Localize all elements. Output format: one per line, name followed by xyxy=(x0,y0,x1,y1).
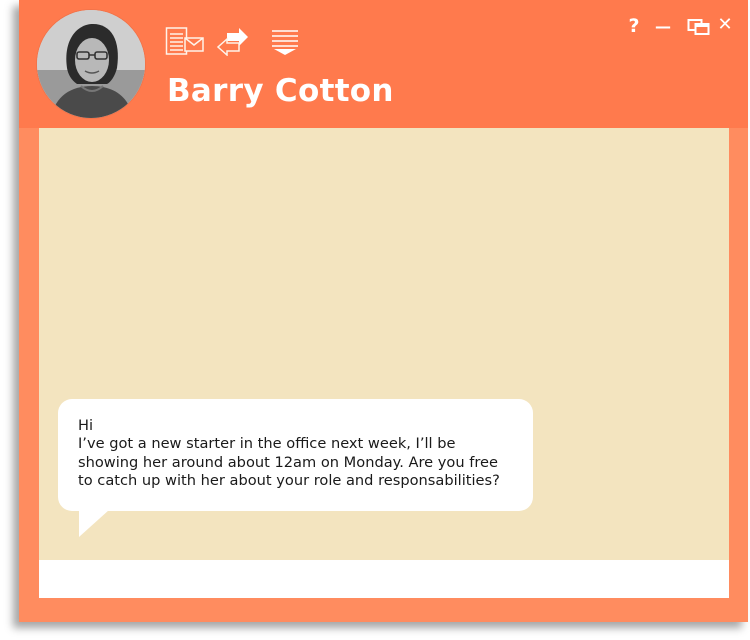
chat-window: Barry Cotton ? — ✕ Hi I’ve got a new sta… xyxy=(19,0,748,622)
minimize-button[interactable]: — xyxy=(652,14,674,38)
message-line: I’ve got a new starter in the office nex… xyxy=(78,435,456,453)
swap-arrows-icon[interactable] xyxy=(217,26,249,56)
contact-name: Barry Cotton xyxy=(167,73,394,109)
restore-button[interactable] xyxy=(686,14,712,38)
message-bubble-tail xyxy=(79,510,109,537)
restore-windows-icon xyxy=(687,19,710,35)
message-line: to catch up with her about your role and… xyxy=(78,471,500,489)
mail-icon[interactable] xyxy=(165,26,205,56)
chat-messages-area[interactable]: Hi I’ve got a new starter in the office … xyxy=(39,128,729,560)
message-bubble: Hi I’ve got a new starter in the office … xyxy=(58,399,533,511)
message-line: Hi xyxy=(78,417,94,434)
help-button[interactable]: ? xyxy=(625,14,643,38)
message-input[interactable] xyxy=(39,560,729,598)
user-avatar-photo-icon xyxy=(37,10,145,118)
close-button[interactable]: ✕ xyxy=(715,12,735,36)
collapse-menu-icon[interactable] xyxy=(271,26,299,56)
message-line: showing her around about 12am on Monday.… xyxy=(78,453,498,471)
contact-avatar[interactable] xyxy=(37,10,145,118)
chat-header: Barry Cotton ? — ✕ xyxy=(19,0,748,128)
